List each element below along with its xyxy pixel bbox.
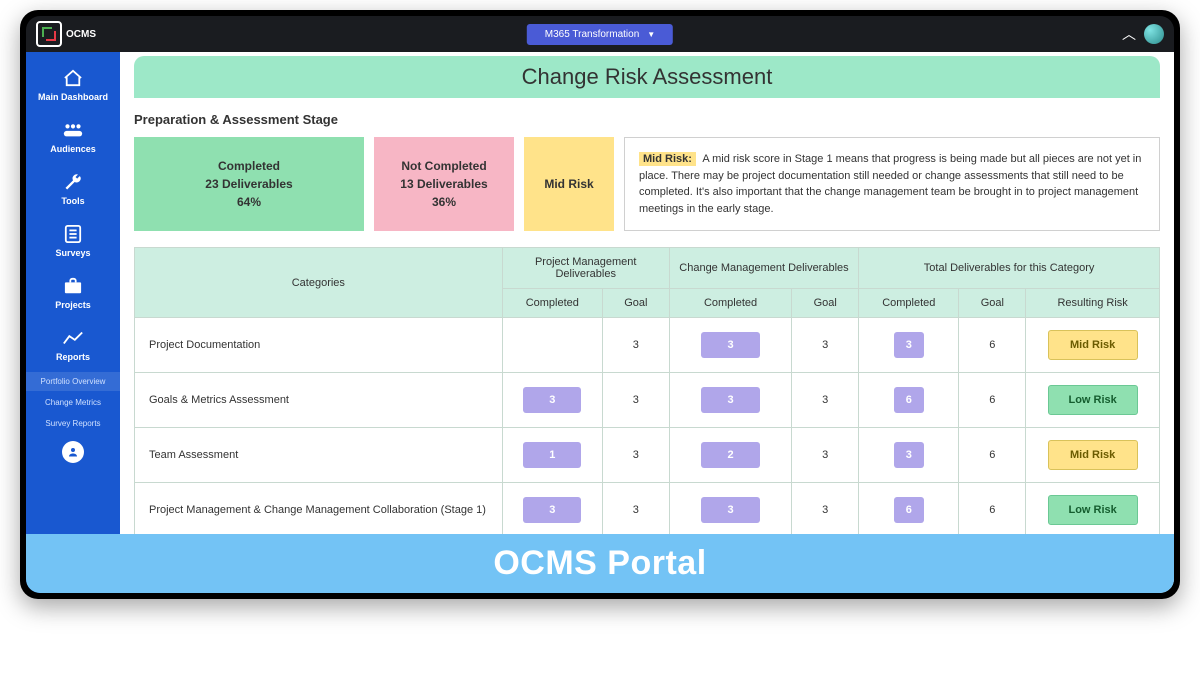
- page-title: Change Risk Assessment: [134, 56, 1160, 98]
- risk-label-card: Mid Risk: [524, 137, 614, 231]
- value-pill: 6: [894, 387, 924, 413]
- brand-name: OCMS: [66, 29, 96, 40]
- not-completed-count: 13 Deliverables: [400, 175, 487, 193]
- value-pill: 3: [894, 442, 924, 468]
- home-icon: [62, 68, 84, 88]
- table-row: Project Management & Change Management C…: [135, 483, 1160, 538]
- risk-chip: Low Risk: [1048, 495, 1138, 525]
- avatar[interactable]: [1144, 24, 1164, 44]
- project-selector-label: M365 Transformation: [545, 29, 640, 40]
- risk-description-card: Mid Risk: A mid risk score in Stage 1 me…: [624, 137, 1160, 231]
- value-pill: 3: [701, 387, 759, 413]
- completed-pct: 64%: [237, 193, 261, 211]
- nav-surveys[interactable]: Surveys: [26, 216, 120, 266]
- risk-chip: Mid Risk: [1048, 440, 1138, 470]
- not-completed-pct: 36%: [432, 193, 456, 211]
- completed-title: Completed: [218, 157, 280, 175]
- not-completed-card: Not Completed 13 Deliverables 36%: [374, 137, 514, 231]
- brand-logo: [36, 21, 62, 47]
- th-t-goal: Goal: [959, 289, 1026, 318]
- not-completed-title: Not Completed: [401, 157, 486, 175]
- sub-change-metrics[interactable]: Change Metrics: [26, 393, 120, 412]
- value-pill: 3: [894, 332, 924, 358]
- project-selector[interactable]: M365 Transformation ▼: [527, 24, 673, 45]
- table-row: Project Documentation33336Mid Risk: [135, 318, 1160, 373]
- nav-label: Tools: [61, 196, 84, 206]
- surveys-icon: [64, 224, 82, 244]
- nav-tools[interactable]: Tools: [26, 164, 120, 214]
- completed-count: 23 Deliverables: [205, 175, 292, 193]
- th-pm: Project Management Deliverables: [502, 248, 669, 289]
- table-row: Team Assessment132336Mid Risk: [135, 428, 1160, 483]
- nav-audiences[interactable]: Audiences: [26, 112, 120, 162]
- nav-label: Projects: [55, 300, 91, 310]
- risk-chip: Mid Risk: [1048, 330, 1138, 360]
- risk-chip: Low Risk: [1048, 385, 1138, 415]
- value-pill: 3: [523, 387, 581, 413]
- th-risk: Resulting Risk: [1026, 289, 1160, 318]
- th-categories: Categories: [135, 248, 503, 318]
- sidebar: Main Dashboard Audiences Tools Surveys P…: [26, 52, 120, 593]
- briefcase-icon: [63, 276, 83, 296]
- sub-survey-reports[interactable]: Survey Reports: [26, 414, 120, 433]
- nav-main-dashboard[interactable]: Main Dashboard: [26, 60, 120, 110]
- th-t-comp: Completed: [859, 289, 959, 318]
- topbar: OCMS M365 Transformation ▼ ︿: [26, 16, 1174, 52]
- th-cm: Change Management Deliverables: [669, 248, 858, 289]
- risk-desc-text: A mid risk score in Stage 1 means that p…: [639, 153, 1141, 215]
- audiences-icon: [62, 120, 84, 140]
- summary-row: Completed 23 Deliverables 64% Not Comple…: [134, 137, 1160, 231]
- stage-title: Preparation & Assessment Stage: [134, 112, 1160, 127]
- value-pill: 3: [523, 497, 581, 523]
- th-cm-goal: Goal: [792, 289, 859, 318]
- risk-desc-tag: Mid Risk:: [639, 152, 696, 166]
- nav-label: Surveys: [55, 248, 90, 258]
- th-cm-comp: Completed: [669, 289, 792, 318]
- th-total: Total Deliverables for this Category: [859, 248, 1160, 289]
- value-pill: 6: [894, 497, 924, 523]
- th-pm-comp: Completed: [502, 289, 602, 318]
- nav-label: Main Dashboard: [38, 92, 108, 102]
- reports-icon: [62, 328, 84, 348]
- table-row: Goals & Metrics Assessment333366Low Risk: [135, 373, 1160, 428]
- user-icon[interactable]: [62, 441, 84, 463]
- risk-label: Mid Risk: [544, 175, 593, 193]
- value-pill: 3: [701, 497, 759, 523]
- value-pill: 3: [701, 332, 759, 358]
- footer-brand: OCMS Portal: [26, 534, 1174, 593]
- chevron-down-icon: ▼: [647, 30, 655, 39]
- nav-projects[interactable]: Projects: [26, 268, 120, 318]
- chevron-up-icon[interactable]: ︿: [1122, 24, 1136, 44]
- value-pill: 2: [701, 442, 759, 468]
- main-content: Change Risk Assessment Preparation & Ass…: [120, 52, 1174, 593]
- completed-card: Completed 23 Deliverables 64%: [134, 137, 364, 231]
- wrench-icon: [63, 172, 83, 192]
- nav-label: Reports: [56, 352, 90, 362]
- value-pill: 1: [523, 442, 581, 468]
- sub-portfolio-overview[interactable]: Portfolio Overview: [26, 372, 120, 391]
- nav-reports[interactable]: Reports: [26, 320, 120, 370]
- th-pm-goal: Goal: [602, 289, 669, 318]
- nav-label: Audiences: [50, 144, 96, 154]
